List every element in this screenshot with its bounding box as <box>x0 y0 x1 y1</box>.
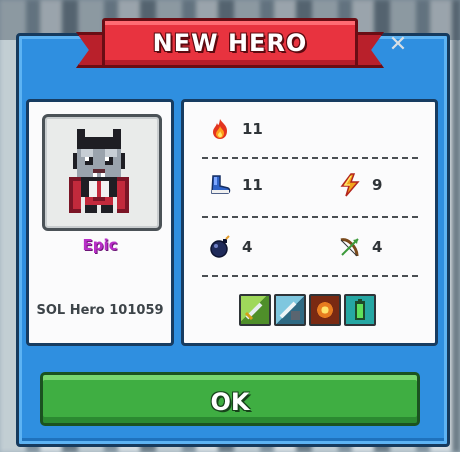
sword-skill-icon[interactable] <box>239 294 271 326</box>
stat-bombs: 4 <box>208 235 252 259</box>
stat-range: 4 <box>338 235 382 259</box>
fire-value: 11 <box>242 120 263 138</box>
stats-divider <box>202 275 418 277</box>
stats-divider <box>202 157 418 159</box>
lightning-icon <box>340 173 360 197</box>
hero-portrait-frame <box>42 114 162 231</box>
battery-skill-icon[interactable] <box>344 294 376 326</box>
vampire-hero-icon <box>69 129 129 213</box>
bomb-icon <box>210 235 230 258</box>
bow-icon <box>340 238 359 257</box>
stats-divider <box>202 216 418 218</box>
rarity-label: Epic <box>82 236 118 254</box>
stat-power: 9 <box>338 173 382 197</box>
skill-list <box>239 294 376 326</box>
sword-armor-skill-icon[interactable] <box>274 294 306 326</box>
explosion-skill-icon[interactable] <box>309 294 341 326</box>
speed-value: 11 <box>242 176 263 194</box>
stat-speed: 11 <box>208 173 263 197</box>
dialog-title: NEW HERO <box>102 18 358 68</box>
boot-icon <box>211 175 231 194</box>
close-icon[interactable]: ✕ <box>382 32 414 58</box>
bombs-value: 4 <box>242 238 253 256</box>
hero-stats-card: 11 11 9 4 4 <box>181 99 438 346</box>
power-value: 9 <box>372 176 383 194</box>
stat-fire: 11 <box>208 117 263 141</box>
range-value: 4 <box>372 238 383 256</box>
fire-icon <box>213 119 227 139</box>
hero-name: SOL Hero 101059 <box>36 303 164 318</box>
title-ribbon: NEW HERO <box>76 18 384 68</box>
hero-card: Epic SOL Hero 101059 <box>26 99 174 346</box>
ok-button[interactable]: OK <box>40 372 420 426</box>
